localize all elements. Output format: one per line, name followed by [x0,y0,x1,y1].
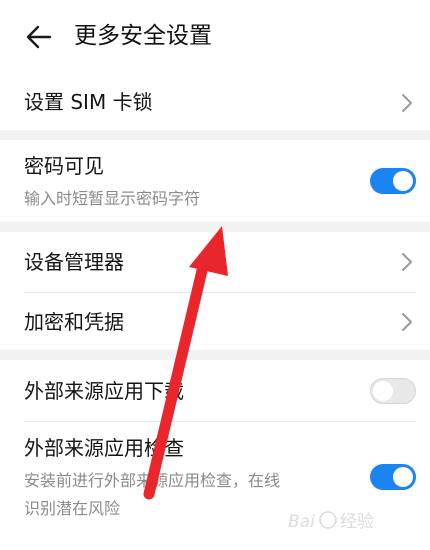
chevron-right-icon [402,253,412,271]
setting-row-encryption[interactable]: 加密和凭据 [0,293,430,350]
setting-row-device-admin[interactable]: 设备管理器 [0,232,430,292]
arrow-left-icon[interactable] [24,22,54,52]
password-visible-toggle[interactable] [370,168,416,194]
setting-label: 设备管理器 [24,250,124,274]
setting-row-external-download[interactable]: 外部来源应用下载 [0,360,430,421]
setting-label: 外部来源应用检查 [24,436,184,460]
setting-label: 外部来源应用下载 [24,379,184,403]
setting-row-sim-lock[interactable]: 设置 SIM 卡锁 [0,76,430,130]
external-check-toggle[interactable] [370,464,416,490]
chevron-right-icon [402,313,412,331]
setting-description-line-1: 安装前进行外部来源应用检查，在线 [24,471,281,490]
section-separator [0,130,430,140]
toggle-knob [393,467,413,487]
svg-text:Bai: Bai [288,512,315,532]
baidu-watermark-logo: Bai 经验 [288,511,374,532]
setting-description: 输入时短暂显示密码字符 [24,189,201,208]
toggle-knob [373,381,393,401]
section-separator [0,222,430,232]
setting-description-line-2: 识别潜在风险 [24,499,121,518]
setting-label: 密码可见 [24,154,104,178]
external-download-toggle[interactable] [370,378,416,404]
section-separator [0,350,430,360]
toggle-knob [393,171,413,191]
settings-screen: 更多安全设置 设置 SIM 卡锁 密码可见 输入时短暂显示密码字符 设备管理器 … [0,0,430,550]
top-app-bar: 更多安全设置 [0,0,430,76]
chevron-right-icon [402,94,412,112]
setting-label: 加密和凭据 [24,310,124,334]
setting-row-password-visible[interactable]: 密码可见 输入时短暂显示密码字符 [0,140,430,222]
setting-label: 设置 SIM 卡锁 [24,90,153,114]
svg-text:经验: 经验 [340,512,374,532]
page-title: 更多安全设置 [74,23,212,49]
